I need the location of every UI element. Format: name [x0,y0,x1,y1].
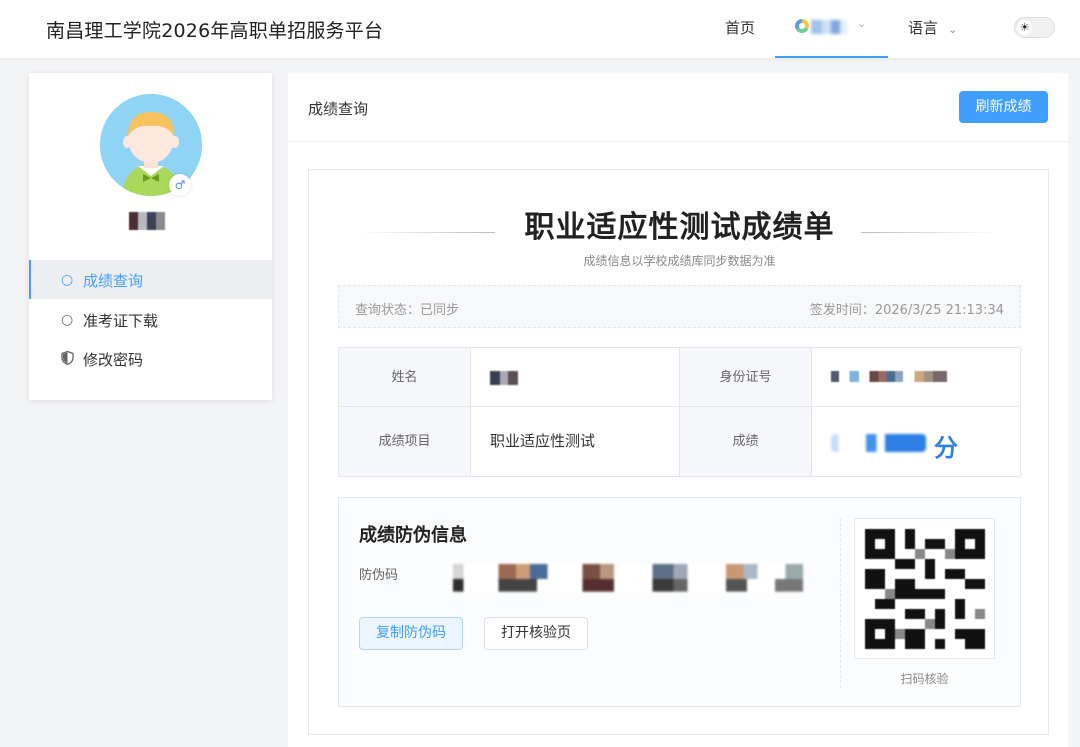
score-info-table: 姓名 身份证号 成绩项目 职业适应性测试 成绩 分 [338,347,1021,477]
circle-icon: ○ [61,312,74,328]
sun-icon: ☀ [1017,20,1032,35]
site-title: 南昌理工学院2026年高职单招服务平台 [46,20,384,42]
qr-code-image [865,529,985,649]
qr-code[interactable] [854,518,995,659]
anti-fake-code-redacted [453,564,803,592]
sidebar-item-label: 修改密码 [83,351,144,369]
score-unit: 分 [934,434,958,462]
query-status: 查询状态：已同步 [355,303,460,318]
report-subtitle: 成绩信息以学校成绩库同步数据为准 [583,254,776,268]
shield-icon [61,350,74,369]
score-value-cell: 分 [812,407,1020,476]
sidebar: ♂ ○ 成绩查询 ○ 准考证下载 修改密码 [29,73,272,400]
nav-language-menu[interactable]: 语言 ⌄ [908,17,957,38]
issue-time: 签发时间：2026/3/25 21:13:34 [809,303,1004,318]
top-header: 南昌理工学院2026年高职单招服务平台 首页 ⌄ 语言 ⌄ ☀ [0,0,1080,58]
score-label: 成绩 [680,407,812,476]
student-name-redacted [129,212,165,230]
copy-code-button[interactable]: 复制防伪码 [359,617,463,650]
anti-fake-section: 成绩防伪信息 防伪码 复制防伪码 打开核验页 扫码核验 [338,497,1021,707]
report-title: 职业适应性测试成绩单 [524,210,835,245]
theme-toggle[interactable]: ☀ [1014,17,1055,38]
sidebar-item-ticket-download[interactable]: ○ 准考证下载 [29,300,272,339]
id-number-value-cell [812,348,1020,407]
name-redacted [490,371,518,385]
qr-scan-label: 扫码核验 [900,672,949,686]
user-avatar-icon [795,19,809,33]
refresh-score-button[interactable]: 刷新成绩 [959,91,1048,123]
nav-language-label: 语言 [908,19,939,37]
open-verify-page-button[interactable]: 打开核验页 [484,617,588,650]
project-label: 成绩项目 [339,407,471,476]
score-number-redacted [831,434,926,452]
name-value-cell [471,348,680,407]
chevron-down-icon: ⌄ [948,23,958,36]
panel-header: 成绩查询 刷新成绩 [288,73,1068,142]
gender-badge-icon: ♂ [169,174,191,196]
sidebar-item-label: 准考证下载 [83,312,159,330]
circle-icon: ○ [61,272,74,288]
status-bar: 查询状态：已同步 签发时间：2026/3/25 21:13:34 [338,285,1021,328]
id-number-redacted [831,371,947,382]
user-name-redacted [811,20,847,34]
sidebar-item-score-query[interactable]: ○ 成绩查询 [29,260,272,299]
chevron-down-icon: ⌄ [857,17,867,30]
sidebar-item-label: 成绩查询 [83,272,144,290]
sidebar-item-change-password[interactable]: 修改密码 [29,339,272,378]
anti-fake-code-label: 防伪码 [359,568,399,583]
nav-home-link[interactable]: 首页 [725,17,755,38]
project-value: 职业适应性测试 [471,407,680,476]
nav-user-menu[interactable]: ⌄ [775,0,888,58]
id-number-label: 身份证号 [680,348,812,407]
anti-fake-title: 成绩防伪信息 [359,525,467,546]
name-label: 姓名 [339,348,471,407]
page-title: 成绩查询 [308,100,369,118]
vertical-divider [840,518,841,688]
score-report-card: 职业适应性测试成绩单 成绩信息以学校成绩库同步数据为准 查询状态：已同步 签发时… [308,169,1049,735]
main-panel: 成绩查询 刷新成绩 职业适应性测试成绩单 成绩信息以学校成绩库同步数据为准 查询… [288,73,1068,747]
